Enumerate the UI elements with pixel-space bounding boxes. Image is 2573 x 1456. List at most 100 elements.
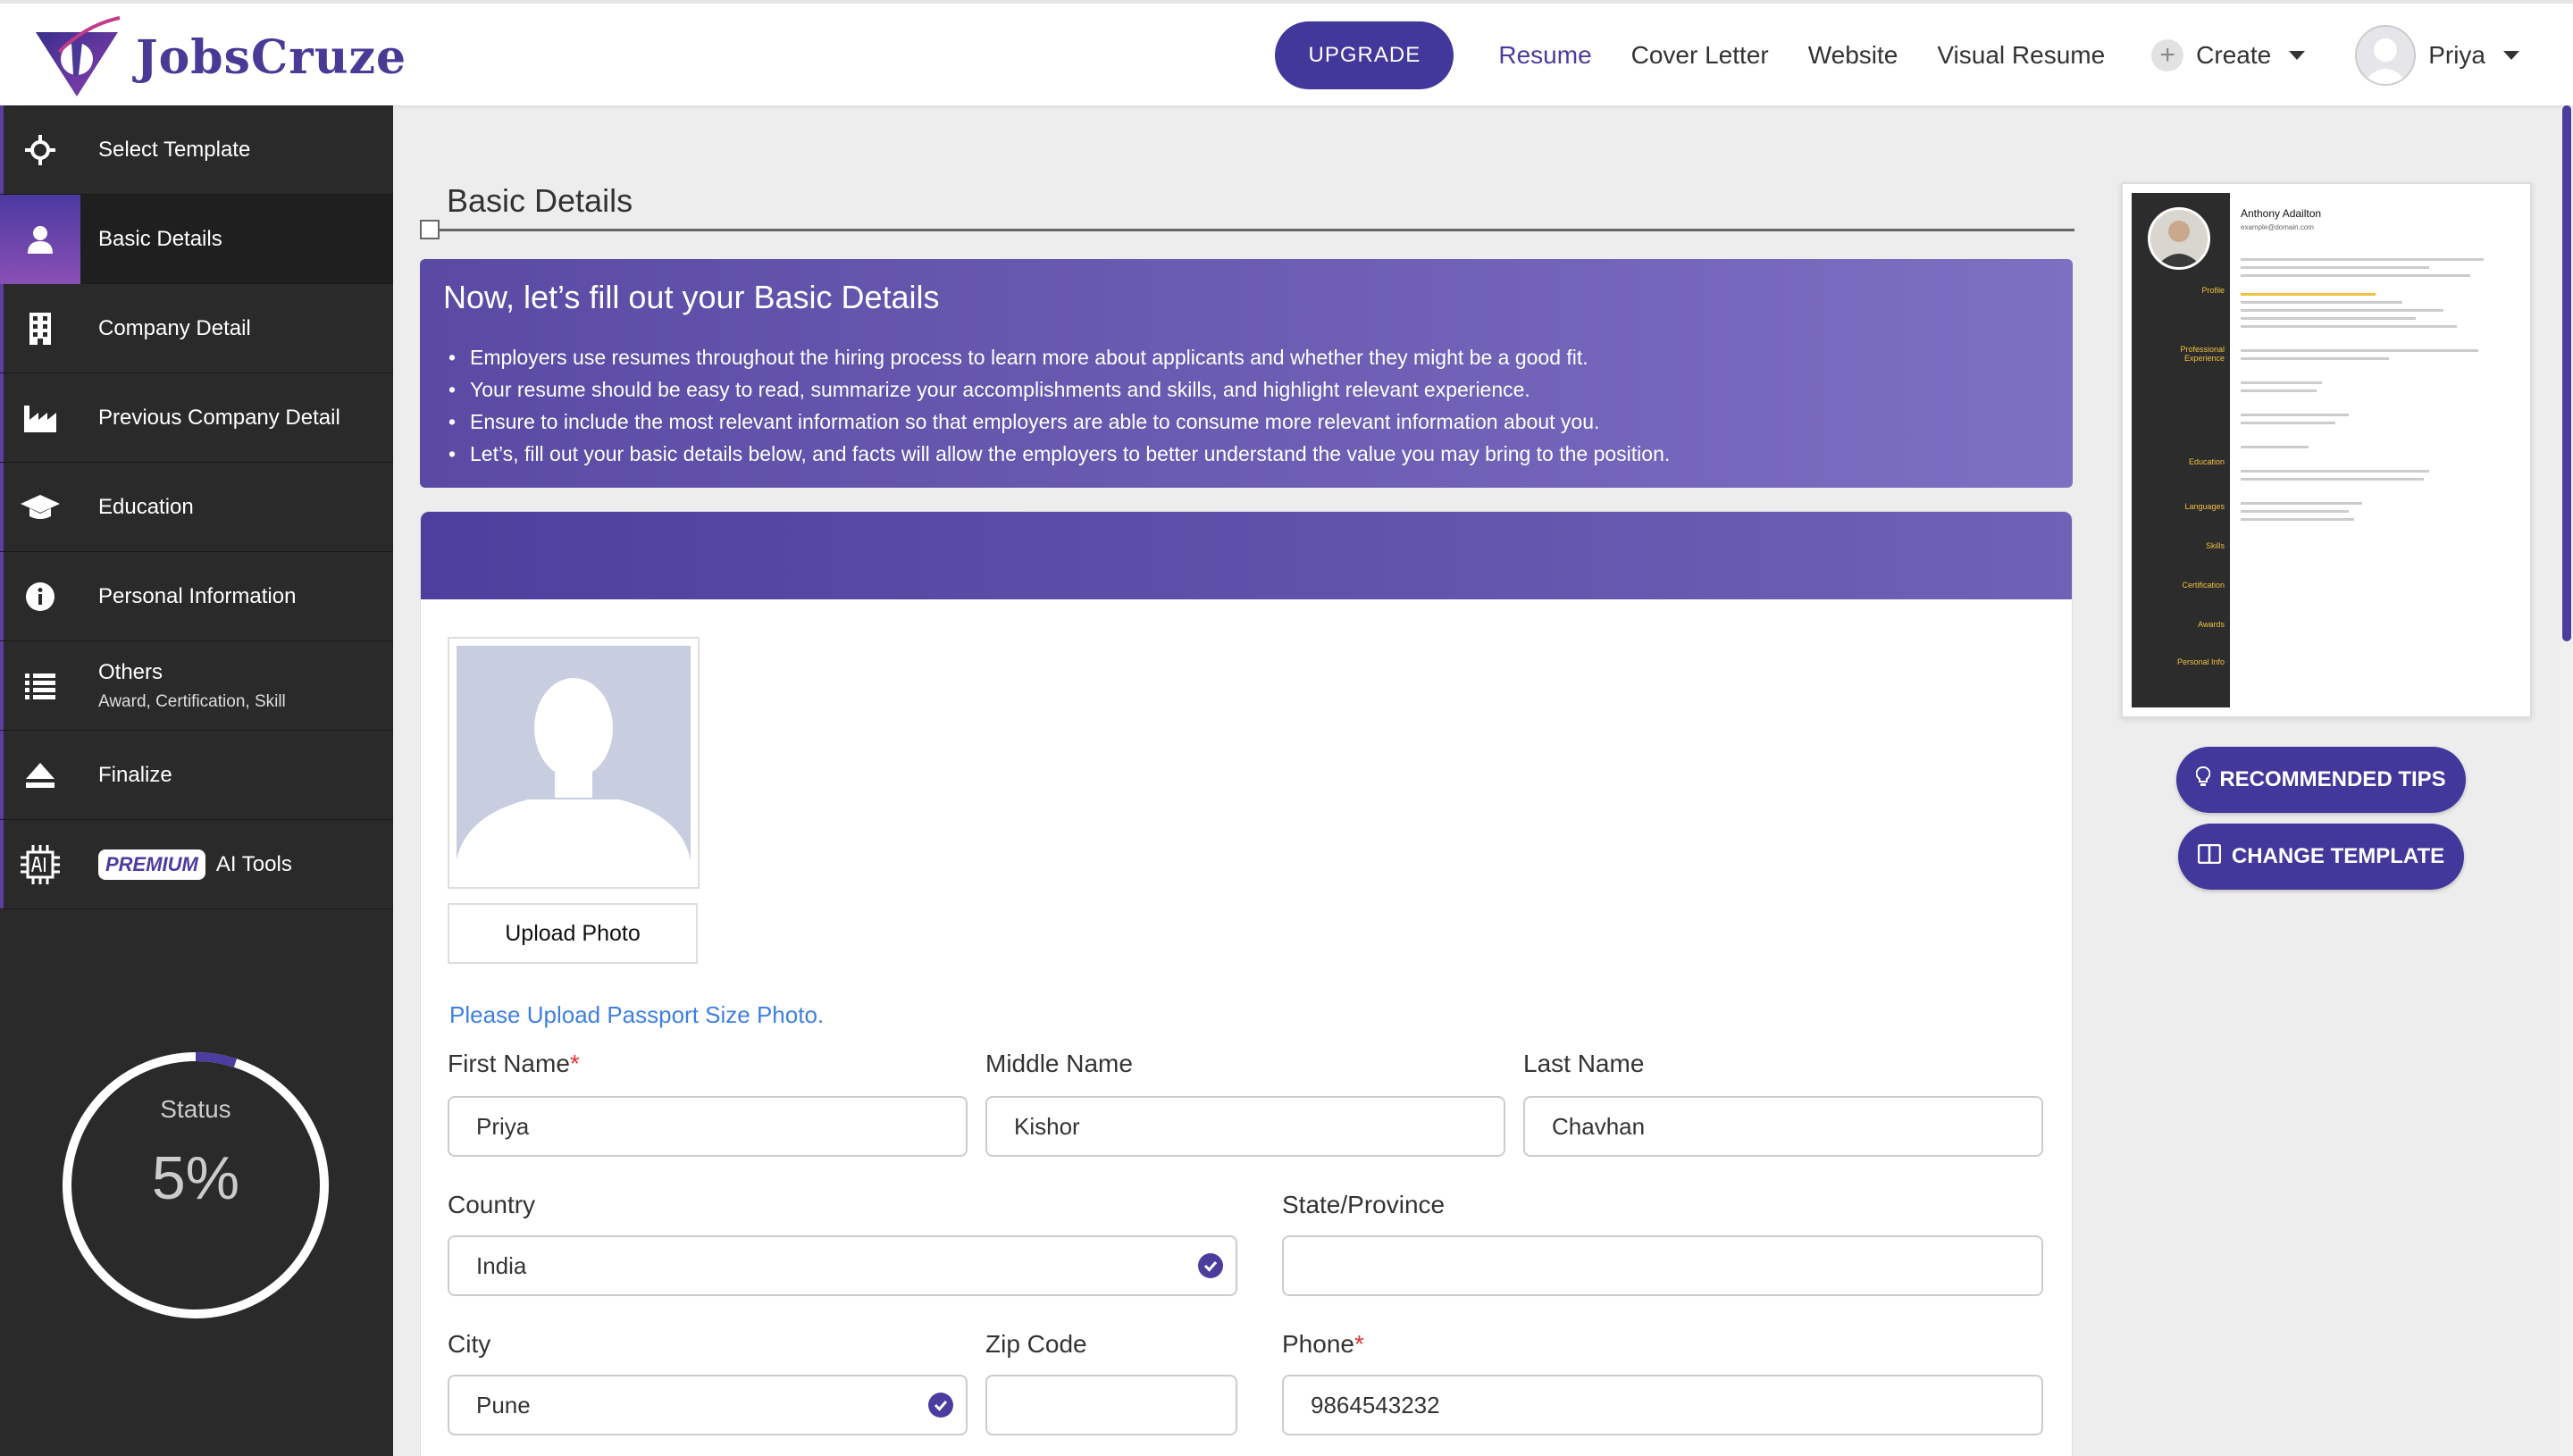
sidebar-accent-bar [0, 641, 4, 730]
first-name-label-text: First Name [448, 1050, 570, 1077]
chevron-down-icon [2289, 51, 2306, 60]
preview-text-line [2241, 301, 2403, 304]
preview-side-label: Profile [2201, 286, 2225, 295]
sidebar-item-label: AI Tools [215, 851, 292, 876]
phone-input[interactable]: 9864543232 [1282, 1375, 2043, 1435]
photo-placeholder[interactable] [448, 637, 700, 889]
status-value: 5% [151, 1144, 240, 1212]
sidebar-item-basic-details[interactable]: Basic Details [0, 194, 393, 284]
sidebar-item-label: Basic Details [98, 226, 222, 251]
banner-bullet: Ensure to include the most relevant info… [443, 406, 2049, 438]
columns-icon [2197, 843, 2222, 870]
preview-side-label: Certification [2182, 581, 2225, 590]
first-name-input[interactable]: Priya [448, 1096, 968, 1157]
preview-side-label: Languages [2184, 502, 2225, 511]
scrollbar-thumb[interactable] [2562, 105, 2571, 641]
preview-person-icon [2156, 221, 2202, 267]
premium-badge: PREMIUM [98, 849, 205, 880]
brand-logo[interactable]: JobsCruze [32, 16, 406, 98]
basic-details-form: Upload Photo Please Upload Passport Size… [420, 511, 2073, 1456]
nav-website[interactable]: Website [1808, 41, 1898, 70]
logo-icon [36, 16, 121, 96]
last-name-label: Last Name [1523, 1050, 1645, 1077]
preview-name: Anthony Adailton [2241, 207, 2322, 220]
upload-photo-button[interactable]: Upload Photo [448, 903, 698, 964]
sidebar-item-finalize[interactable]: Finalize [0, 731, 393, 820]
nav-visual-resume[interactable]: Visual Resume [1937, 41, 2105, 70]
city-select[interactable]: Pune [448, 1375, 968, 1435]
create-dropdown[interactable]: + Create [2151, 39, 2306, 71]
sidebar-accent-bar [0, 820, 4, 908]
sidebar-item-label: Company Detail [98, 315, 251, 340]
brand-name: JobsCruze [136, 29, 407, 85]
sidebar-item-personal-information[interactable]: Personal Information [0, 552, 393, 641]
banner-bullet: Let’s, fill out your basic details below… [443, 438, 2049, 470]
crosshair-icon [0, 105, 80, 195]
main-content: Basic Details Now, let’s fill out your B… [393, 105, 2573, 1456]
preview-email: example@domain.com [2241, 223, 2314, 231]
create-label: Create [2196, 41, 2272, 69]
preview-text-line [2241, 381, 2322, 384]
preview-side-label: Personal Info [2176, 657, 2225, 666]
preview-text-line [2241, 389, 2317, 392]
middle-name-label: Middle Name [985, 1050, 1133, 1077]
country-select[interactable]: India [448, 1235, 1237, 1296]
state-input[interactable] [1282, 1235, 2043, 1296]
sidebar-item-education[interactable]: Education [0, 463, 393, 552]
city-label: City [448, 1330, 491, 1358]
plus-icon: + [2151, 39, 2184, 71]
sidebar-item-previous-company-detail[interactable]: Previous Company Detail [0, 373, 393, 463]
sidebar-item-others[interactable]: Others Award, Certification, Skill [0, 641, 393, 731]
check-circle-icon [1198, 1253, 1223, 1278]
sidebar-item-text: PREMIUM AI Tools [98, 849, 292, 880]
preview-body: Anthony Adailton example@domain.com [2230, 193, 2521, 707]
resume-preview[interactable]: Profile Professional Experience Educatio… [2121, 182, 2532, 718]
person-silhouette-icon [457, 678, 691, 880]
page-scrollbar[interactable] [2560, 105, 2573, 1456]
preview-text-line [2241, 414, 2349, 416]
change-template-button[interactable]: CHANGE TEMPLATE [2178, 824, 2464, 890]
banner-bullet: Your resume should be easy to read, summ… [443, 373, 2049, 406]
form-header-bar [421, 512, 2072, 599]
last-name-input[interactable]: Chavhan [1523, 1096, 2043, 1157]
middle-name-input[interactable]: Kishor [985, 1096, 1505, 1157]
avatar [2355, 25, 2417, 86]
photo-hint: Please Upload Passport Size Photo. [449, 1001, 825, 1028]
sidebar-item-company-detail[interactable]: Company Detail [0, 284, 393, 373]
zip-input[interactable] [985, 1375, 1237, 1435]
sidebar-accent-bar [0, 284, 4, 372]
preview-text-line [2241, 446, 2309, 448]
graduation-cap-icon [0, 463, 80, 552]
sidebar-item-label: Select Template [98, 137, 251, 162]
page-title: Basic Details [447, 182, 633, 219]
preview-side-label: Awards [2198, 620, 2225, 629]
status-label: Status [160, 1095, 231, 1123]
sidebar: Select Template Basic Details Company De… [0, 105, 393, 1456]
nav-resume[interactable]: Resume [1498, 41, 1591, 70]
info-icon [0, 552, 80, 641]
preview-text-line [2241, 422, 2335, 424]
sidebar-item-label: Finalize [98, 762, 172, 787]
recommended-tips-button[interactable]: RECOMMENDED TIPS [2176, 747, 2466, 813]
preview-text-line [2241, 325, 2457, 328]
user-menu[interactable]: Priya [2355, 25, 2519, 86]
preview-text-line [2241, 274, 2470, 277]
preview-text-line [2241, 266, 2430, 269]
sidebar-accent-bar [0, 731, 4, 819]
required-asterisk: * [569, 1050, 580, 1077]
phone-label: Phone* [1282, 1330, 1364, 1359]
preview-sidebar: Profile Professional Experience Educatio… [2132, 193, 2230, 707]
building-icon [0, 284, 80, 373]
preview-text-line [2241, 470, 2430, 473]
upgrade-button[interactable]: UPGRADE [1275, 21, 1454, 89]
country-label: Country [448, 1191, 536, 1218]
banner-heading: Now, let’s fill out your Basic Details [443, 279, 940, 315]
preview-photo [2148, 207, 2210, 270]
preview-side-label: Skills [2205, 541, 2225, 550]
sidebar-item-select-template[interactable]: Select Template [0, 105, 393, 195]
eject-icon [0, 731, 80, 820]
user-silhouette-icon [2362, 38, 2410, 84]
sidebar-item-ai-tools[interactable]: PREMIUM AI Tools [0, 820, 393, 909]
nav-cover-letter[interactable]: Cover Letter [1631, 41, 1769, 70]
preview-text-line [2241, 357, 2390, 360]
